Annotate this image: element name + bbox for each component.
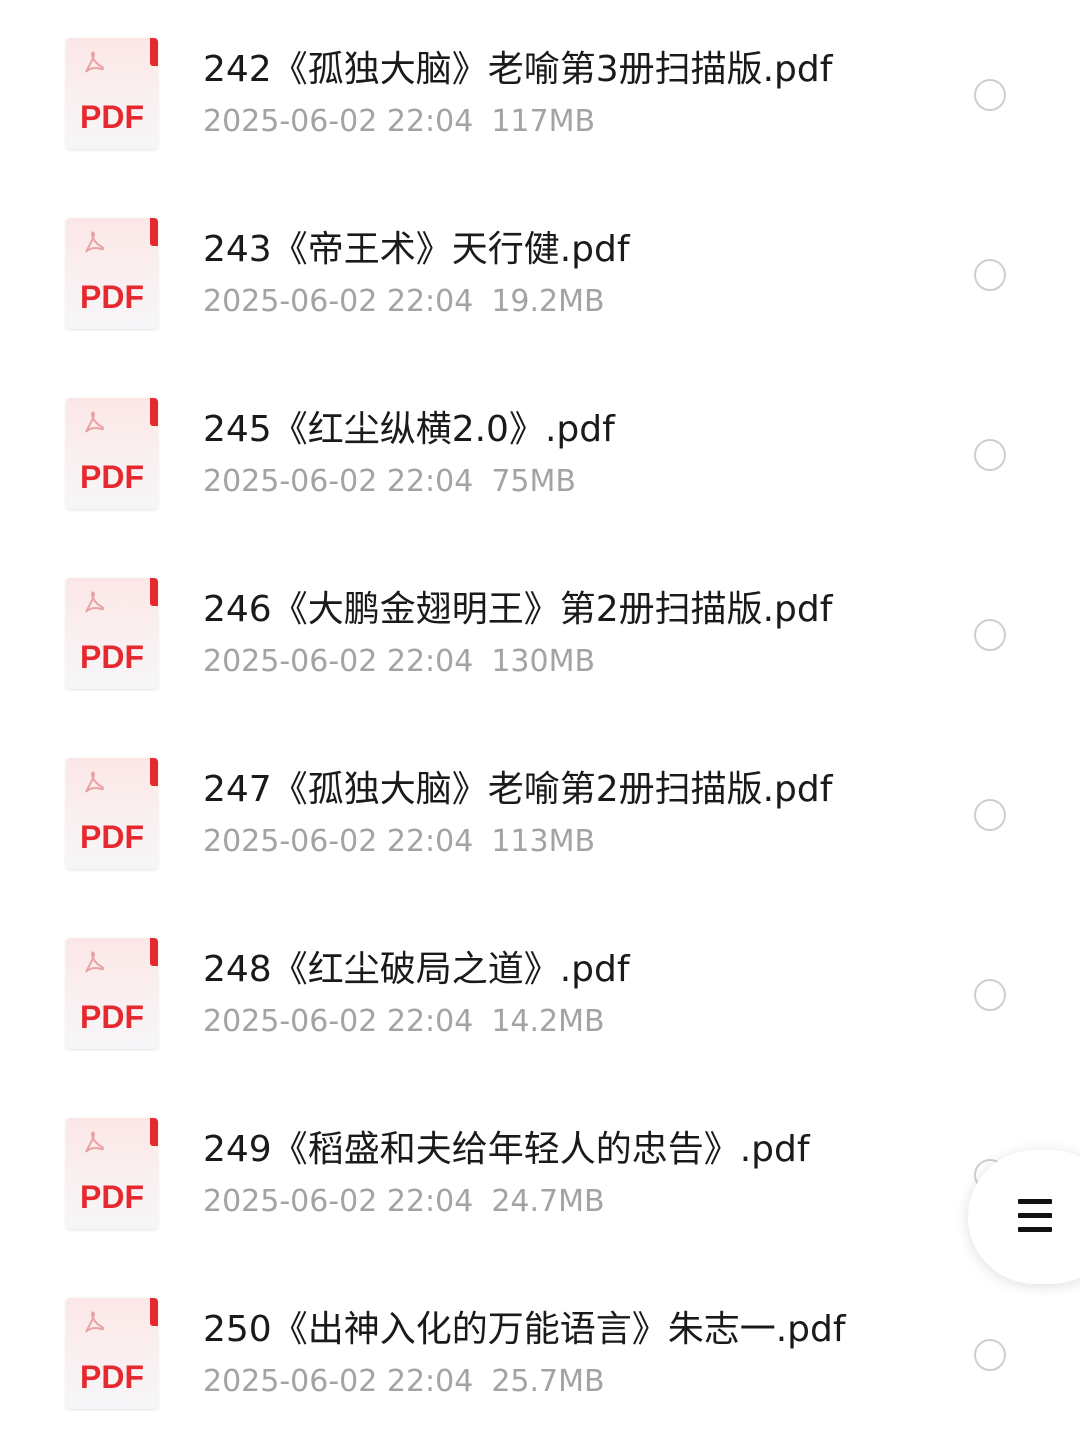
file-meta: 2025-06-02 22:04 19.2MB (203, 283, 605, 321)
file-date: 2025-06-02 22:04 (203, 284, 474, 319)
pdf-file-icon: PDF (66, 938, 158, 1049)
file-name: 243《帝王术》天行健.pdf (203, 229, 630, 270)
pdf-file-icon: PDF (66, 398, 158, 509)
pdf-file-icon: PDF (66, 578, 158, 689)
file-size: 113MB (491, 824, 596, 859)
select-radio-icon[interactable] (974, 259, 1006, 291)
pdf-file-icon: PDF (66, 1118, 158, 1229)
file-meta: 2025-06-02 22:04 14.2MB (203, 1003, 605, 1041)
file-name: 250《出神入化的万能语言》朱志一.pdf (203, 1309, 846, 1350)
file-size: 117MB (491, 104, 596, 139)
hamburger-menu-icon (1018, 1199, 1052, 1233)
select-radio-icon[interactable] (974, 619, 1006, 651)
pdf-label: PDF (80, 1179, 144, 1215)
select-radio-icon[interactable] (974, 979, 1006, 1011)
file-size: 75MB (491, 464, 576, 499)
select-radio-icon[interactable] (974, 79, 1006, 111)
file-name: 249《稻盛和夫给年轻人的忠告》.pdf (203, 1129, 810, 1170)
file-size: 19.2MB (491, 284, 605, 319)
file-row[interactable]: PDF 248《红尘破局之道》.pdf 2025-06-02 22:04 14.2… (0, 900, 1080, 1080)
select-radio-icon[interactable] (974, 439, 1006, 471)
file-size: 14.2MB (491, 1004, 605, 1039)
pdf-file-icon: PDF (66, 758, 158, 869)
file-meta: 2025-06-02 22:04 130MB (203, 643, 595, 681)
file-size: 24.7MB (491, 1184, 605, 1219)
pdf-label: PDF (80, 459, 144, 495)
file-meta: 2025-06-02 22:04 75MB (203, 463, 576, 501)
file-row[interactable]: PDF 243《帝王术》天行健.pdf 2025-06-02 22:04 19.2… (0, 180, 1080, 360)
pdf-label: PDF (80, 639, 144, 675)
file-row[interactable]: PDF 242《孤独大脑》老喻第3册扫描版.pdf 2025-06-02 22:… (0, 0, 1080, 180)
pdf-file-icon: PDF (66, 1298, 158, 1409)
file-row[interactable]: PDF 246《大鹏金翅明王》第2册扫描版.pdf 2025-06-02 22:… (0, 540, 1080, 720)
pdf-label: PDF (80, 819, 144, 855)
pdf-label: PDF (80, 99, 144, 135)
file-date: 2025-06-02 22:04 (203, 644, 474, 679)
pdf-label: PDF (80, 999, 144, 1035)
file-date: 2025-06-02 22:04 (203, 104, 474, 139)
file-date: 2025-06-02 22:04 (203, 1184, 474, 1219)
file-name: 247《孤独大脑》老喻第2册扫描版.pdf (203, 769, 833, 810)
file-row[interactable]: PDF 250《出神入化的万能语言》朱志一.pdf 2025-06-02 22:… (0, 1260, 1080, 1440)
file-name: 246《大鹏金翅明王》第2册扫描版.pdf (203, 589, 833, 630)
file-row[interactable]: PDF 249《稻盛和夫给年轻人的忠告》.pdf 2025-06-02 22:0… (0, 1080, 1080, 1260)
file-name: 248《红尘破局之道》.pdf (203, 949, 630, 990)
pdf-file-icon: PDF (66, 218, 158, 329)
file-meta: 2025-06-02 22:04 25.7MB (203, 1363, 605, 1401)
file-date: 2025-06-02 22:04 (203, 824, 474, 859)
file-date: 2025-06-02 22:04 (203, 464, 474, 499)
file-size: 130MB (491, 644, 596, 679)
file-row[interactable]: PDF 245《红尘纵横2.0》.pdf 2025-06-02 22:04 75M… (0, 360, 1080, 540)
file-list: PDF 242《孤独大脑》老喻第3册扫描版.pdf 2025-06-02 22:… (0, 0, 1080, 1440)
select-radio-icon[interactable] (974, 799, 1006, 831)
select-radio-icon[interactable] (974, 1339, 1006, 1371)
file-date: 2025-06-02 22:04 (203, 1364, 474, 1399)
pdf-label: PDF (80, 1359, 144, 1395)
file-name: 245《红尘纵横2.0》.pdf (203, 409, 615, 450)
file-meta: 2025-06-02 22:04 117MB (203, 103, 595, 141)
file-name: 242《孤独大脑》老喻第3册扫描版.pdf (203, 49, 833, 90)
pdf-file-icon: PDF (66, 38, 158, 149)
file-size: 25.7MB (491, 1364, 605, 1399)
file-meta: 2025-06-02 22:04 113MB (203, 823, 595, 861)
file-row[interactable]: PDF 247《孤独大脑》老喻第2册扫描版.pdf 2025-06-02 22:… (0, 720, 1080, 900)
file-date: 2025-06-02 22:04 (203, 1004, 474, 1039)
pdf-label: PDF (80, 279, 144, 315)
file-meta: 2025-06-02 22:04 24.7MB (203, 1183, 605, 1221)
